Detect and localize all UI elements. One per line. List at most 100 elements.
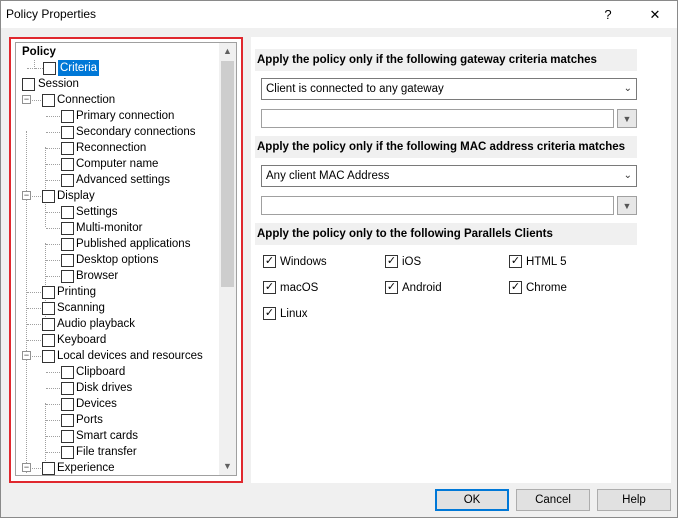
tree-scrollbar[interactable]: ▲ ▼	[219, 43, 236, 475]
tree-checkbox[interactable]	[42, 94, 55, 107]
tree-checkbox[interactable]	[61, 158, 74, 171]
tree-checkbox[interactable]	[42, 462, 55, 475]
tree-item-label: Primary connection	[76, 110, 175, 122]
tree-checkbox[interactable]	[42, 318, 55, 331]
tree-item-browser[interactable]: Browser	[16, 268, 220, 284]
tree-checkbox[interactable]	[61, 206, 74, 219]
tree-item-disk-drives[interactable]: Disk drives	[16, 380, 220, 396]
tree-checkbox[interactable]	[61, 430, 74, 443]
tree-checkbox[interactable]	[61, 126, 74, 139]
check-icon[interactable]: ✓	[385, 255, 398, 268]
client-checkbox-label: Chrome	[526, 282, 567, 294]
tree-checkbox[interactable]	[61, 382, 74, 395]
cancel-button[interactable]: Cancel	[516, 489, 590, 511]
check-icon[interactable]: ✓	[263, 255, 276, 268]
tree-item-devices[interactable]: Devices	[16, 396, 220, 412]
tree-item-printing[interactable]: Printing	[16, 284, 220, 300]
tree-item-connection[interactable]: − Connection	[16, 92, 220, 108]
mac-combo[interactable]: Any client MAC Address ⌄	[261, 165, 637, 187]
tree-item-published-applications[interactable]: Published applications	[16, 236, 220, 252]
scroll-up-icon[interactable]: ▲	[219, 43, 236, 60]
check-icon[interactable]: ✓	[509, 281, 522, 294]
client-checkbox-label: Android	[402, 282, 442, 294]
tree-checkbox[interactable]	[61, 446, 74, 459]
tree-item-label: Clipboard	[76, 366, 126, 378]
tree-item-primary-connection[interactable]: Primary connection	[16, 108, 220, 124]
policy-tree[interactable]: Policy Criteria Session − Connection Primary …	[15, 42, 237, 476]
check-icon[interactable]: ✓	[263, 307, 276, 320]
tree-item-display[interactable]: − Display	[16, 188, 220, 204]
tree-item-experience[interactable]: − Experience	[16, 460, 220, 475]
scroll-down-icon[interactable]: ▼	[219, 458, 236, 475]
tree-item-computer-name[interactable]: Computer name	[16, 156, 220, 172]
collapse-icon[interactable]: −	[22, 463, 31, 472]
client-checkbox-label: HTML 5	[526, 256, 567, 268]
tree-item-label: Multi-monitor	[76, 222, 143, 234]
tree-checkbox[interactable]	[42, 286, 55, 299]
tree-item-label: Computer name	[76, 158, 159, 170]
tree-item-keyboard[interactable]: Keyboard	[16, 332, 220, 348]
tree-item-smart-cards[interactable]: Smart cards	[16, 428, 220, 444]
tree-checkbox[interactable]	[42, 190, 55, 203]
tree-checkbox[interactable]	[22, 78, 35, 91]
tree-checkbox[interactable]	[61, 398, 74, 411]
window-title: Policy Properties	[6, 7, 97, 21]
gateway-combo[interactable]: Client is connected to any gateway ⌄	[261, 78, 637, 100]
tree-item-label: Local devices and resources	[57, 350, 203, 362]
tree-checkbox[interactable]	[61, 110, 74, 123]
ok-button[interactable]: OK	[435, 489, 509, 511]
tree-item-advanced-settings[interactable]: Advanced settings	[16, 172, 220, 188]
tree-item-label: Display	[57, 190, 95, 202]
tree-item-label: Advanced settings	[76, 174, 170, 186]
help-icon[interactable]: ?	[588, 1, 628, 28]
check-icon[interactable]: ✓	[385, 281, 398, 294]
tree-item-label: Published applications	[76, 238, 191, 250]
check-icon[interactable]: ✓	[263, 281, 276, 294]
mac-text-field[interactable]	[261, 196, 614, 215]
gateway-text-field[interactable]	[261, 109, 614, 128]
tree-item-scanning[interactable]: Scanning	[16, 300, 220, 316]
tree-checkbox[interactable]	[61, 414, 74, 427]
policy-properties-window: Policy Properties ? ✕ Policy Criteria Sess…	[0, 0, 678, 518]
client-checkbox-label: Windows	[280, 256, 327, 268]
tree-checkbox[interactable]	[61, 142, 74, 155]
tree-checkbox[interactable]	[43, 62, 56, 75]
tree-checkbox[interactable]	[42, 334, 55, 347]
mac-combo-value: Any client MAC Address	[266, 170, 390, 182]
tree-item-policy[interactable]: Policy	[16, 44, 220, 60]
collapse-icon[interactable]: −	[22, 191, 31, 200]
criteria-panel: Apply the policy only if the following g…	[251, 37, 671, 483]
tree-checkbox[interactable]	[61, 238, 74, 251]
tree-item-multi-monitor[interactable]: Multi-monitor	[16, 220, 220, 236]
tree-checkbox[interactable]	[61, 222, 74, 235]
tree-item-label: Desktop options	[76, 254, 159, 266]
tree-item-desktop-options[interactable]: Desktop options	[16, 252, 220, 268]
tree-item-label: Smart cards	[76, 430, 138, 442]
tree-checkbox[interactable]	[61, 366, 74, 379]
tree-item-label: Audio playback	[57, 318, 135, 330]
gateway-dropdown-button[interactable]: ▼	[617, 109, 637, 128]
close-icon[interactable]: ✕	[635, 1, 675, 28]
tree-checkbox[interactable]	[42, 302, 55, 315]
tree-item-file-transfer[interactable]: File transfer	[16, 444, 220, 460]
collapse-icon[interactable]: −	[22, 95, 31, 104]
tree-checkbox[interactable]	[42, 350, 55, 363]
help-button[interactable]: Help	[597, 489, 671, 511]
tree-item-audio-playback[interactable]: Audio playback	[16, 316, 220, 332]
tree-item-ports[interactable]: Ports	[16, 412, 220, 428]
collapse-icon[interactable]: −	[22, 351, 31, 360]
check-icon[interactable]: ✓	[509, 255, 522, 268]
tree-item-secondary-connections[interactable]: Secondary connections	[16, 124, 220, 140]
tree-item-session[interactable]: Session	[16, 76, 220, 92]
scroll-thumb[interactable]	[221, 61, 234, 287]
tree-checkbox[interactable]	[61, 254, 74, 267]
tree-item-criteria[interactable]: Criteria	[16, 60, 220, 76]
tree-item-label: Scanning	[57, 302, 105, 314]
tree-item-local-devices-and-resources[interactable]: − Local devices and resources	[16, 348, 220, 364]
tree-checkbox[interactable]	[61, 270, 74, 283]
tree-checkbox[interactable]	[61, 174, 74, 187]
mac-dropdown-button[interactable]: ▼	[617, 196, 637, 215]
tree-item-clipboard[interactable]: Clipboard	[16, 364, 220, 380]
tree-item-settings[interactable]: Settings	[16, 204, 220, 220]
tree-item-reconnection[interactable]: Reconnection	[16, 140, 220, 156]
